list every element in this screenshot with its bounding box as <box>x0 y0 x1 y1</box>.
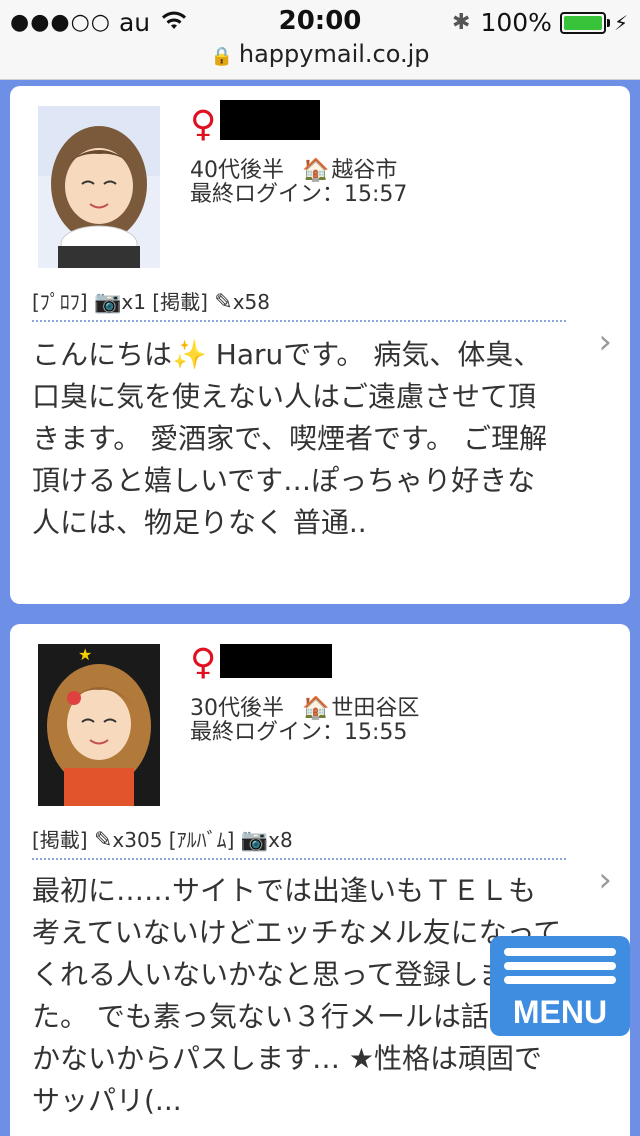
lock-icon: 🔒 <box>210 46 233 67</box>
battery-percent: 100% <box>480 8 552 37</box>
chevron-right-icon[interactable]: › <box>598 322 612 362</box>
chevron-right-icon[interactable]: › <box>598 860 612 900</box>
album-tag: [ｱﾙﾊﾞﾑ] <box>168 828 235 852</box>
bluetooth-icon: ✱ <box>452 10 471 35</box>
menu-label: MENU <box>512 994 608 1030</box>
svg-text:★: ★ <box>78 645 92 664</box>
redacted-name <box>220 644 332 678</box>
profile-tag: [ﾌﾟﾛﾌ] <box>32 290 88 314</box>
profile-message[interactable]: こんにちは✨ Haruです。 病気、体臭、口臭に気を使えない人はご遠慮させて頂き… <box>32 334 562 544</box>
status-right: ✱ 100% ⚡ <box>452 8 628 37</box>
last-login: 最終ログイン：15:57 <box>190 182 408 207</box>
menu-button[interactable]: MENU <box>490 936 630 1036</box>
avatar[interactable] <box>38 106 160 268</box>
post-count: x58 <box>232 290 270 314</box>
charging-icon: ⚡ <box>613 10 628 35</box>
pencil-icon: ✎ <box>214 290 233 315</box>
gender-icon: ♀ <box>190 642 217 683</box>
album-count: x8 <box>268 828 293 852</box>
hamburger-icon <box>504 948 616 990</box>
post-tag: [掲載] <box>32 828 88 852</box>
stats-row: [掲載] ✎x305 [ｱﾙﾊﾞﾑ] 📷x8 <box>32 824 293 853</box>
battery-icon <box>559 11 610 34</box>
last-login: 最終ログイン：15:55 <box>190 720 408 745</box>
stats-row: [ﾌﾟﾛﾌ] 📷x1 [掲載] ✎x58 <box>32 286 270 315</box>
camera-icon: 📷 <box>93 290 122 315</box>
address-bar[interactable]: 🔒 happymail.co.jp <box>0 40 640 68</box>
gender-icon: ♀ <box>190 104 217 145</box>
url-text: happymail.co.jp <box>238 40 430 68</box>
profile-card[interactable]: ♀ 40代後半 🏠越谷市 最終ログイン：15:57 [ﾌﾟﾛﾌ] 📷x1 [掲載]… <box>10 86 630 604</box>
pencil-icon: ✎ <box>93 828 113 853</box>
divider <box>32 858 566 860</box>
post-count: x305 <box>112 828 163 852</box>
redacted-name <box>220 100 320 140</box>
divider <box>32 320 566 322</box>
camera-icon: 📷 <box>240 828 269 853</box>
profile-card[interactable]: ★ ♀ 30代後半 🏠世田谷区 最終ログイン：15:55 [掲載] ✎x305 [… <box>10 624 630 1136</box>
post-tag: [掲載] <box>152 290 208 314</box>
battery-fill <box>563 15 602 30</box>
profile-message[interactable]: 最初に……サイトでは出逢いもＴＥＬも考えていないけどエッチなメル友になってくれる… <box>32 870 562 1122</box>
status-bar: ●●●○○ au 20:00 ✱ 100% ⚡ 🔒 happymail.co.jp <box>0 0 640 80</box>
avatar[interactable]: ★ <box>38 644 160 806</box>
photo-count: x1 <box>121 290 146 314</box>
